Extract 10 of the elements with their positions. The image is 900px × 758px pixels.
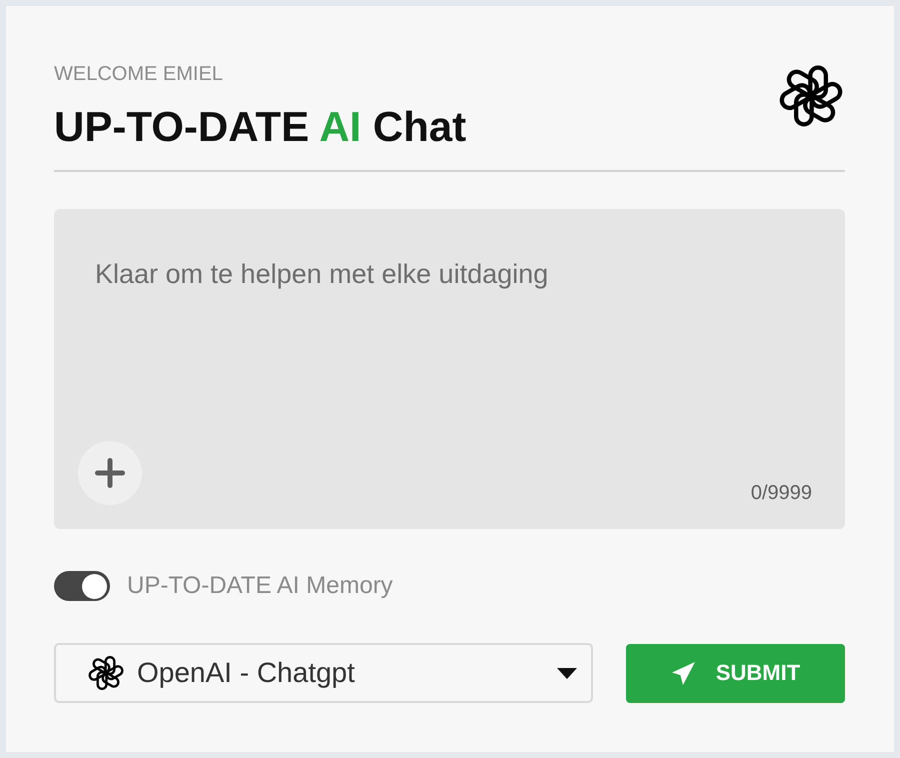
memory-toggle[interactable] — [54, 571, 110, 601]
paper-plane-icon — [670, 660, 696, 686]
memory-label: UP-TO-DATE AI Memory — [127, 571, 393, 601]
chat-title: UP-TO-DATE AI Chat — [54, 102, 466, 152]
character-counter: 0/9999 — [750, 481, 812, 505]
caret-icon — [557, 668, 577, 678]
knot-logo-icon — [87, 654, 125, 692]
model-select[interactable]: OpenAI - Chatgpt — [54, 643, 593, 703]
welcome-text: WELCOME EMIEL — [54, 62, 224, 86]
plus-icon — [95, 458, 125, 488]
